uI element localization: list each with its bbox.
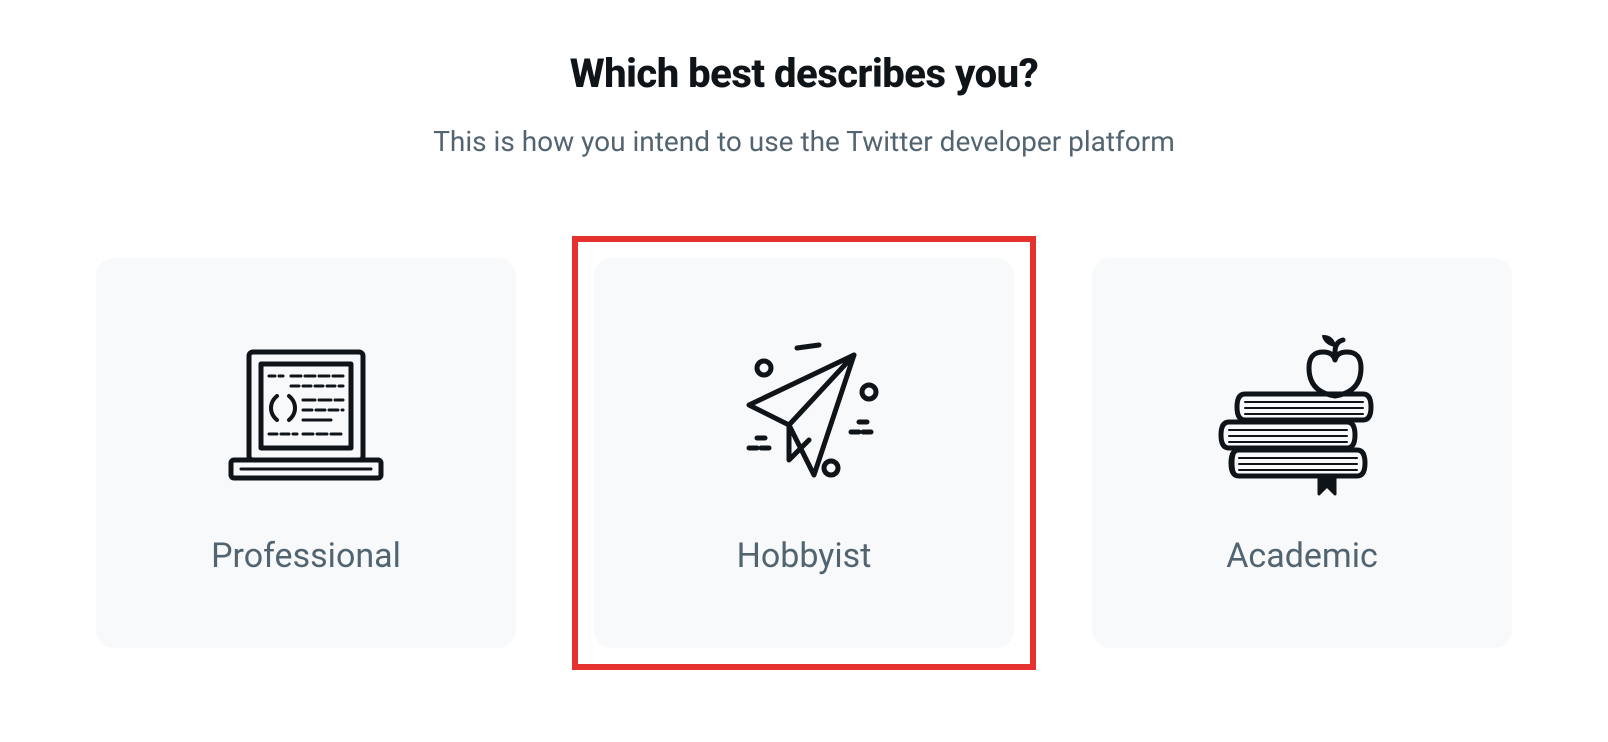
option-hobbyist[interactable]: Hobbyist [594,258,1014,648]
options-row: Professional Hobby [96,258,1512,648]
option-label: Professional [211,536,401,576]
laptop-code-icon [221,330,391,500]
option-professional[interactable]: Professional [96,258,516,648]
option-label: Hobbyist [737,536,872,576]
option-label: Academic [1226,536,1378,576]
paper-plane-icon [719,330,889,500]
page-subtitle: This is how you intend to use the Twitte… [433,125,1175,158]
books-apple-icon [1217,330,1387,500]
option-academic[interactable]: Academic [1092,258,1512,648]
page-title: Which best describes you? [570,50,1039,97]
